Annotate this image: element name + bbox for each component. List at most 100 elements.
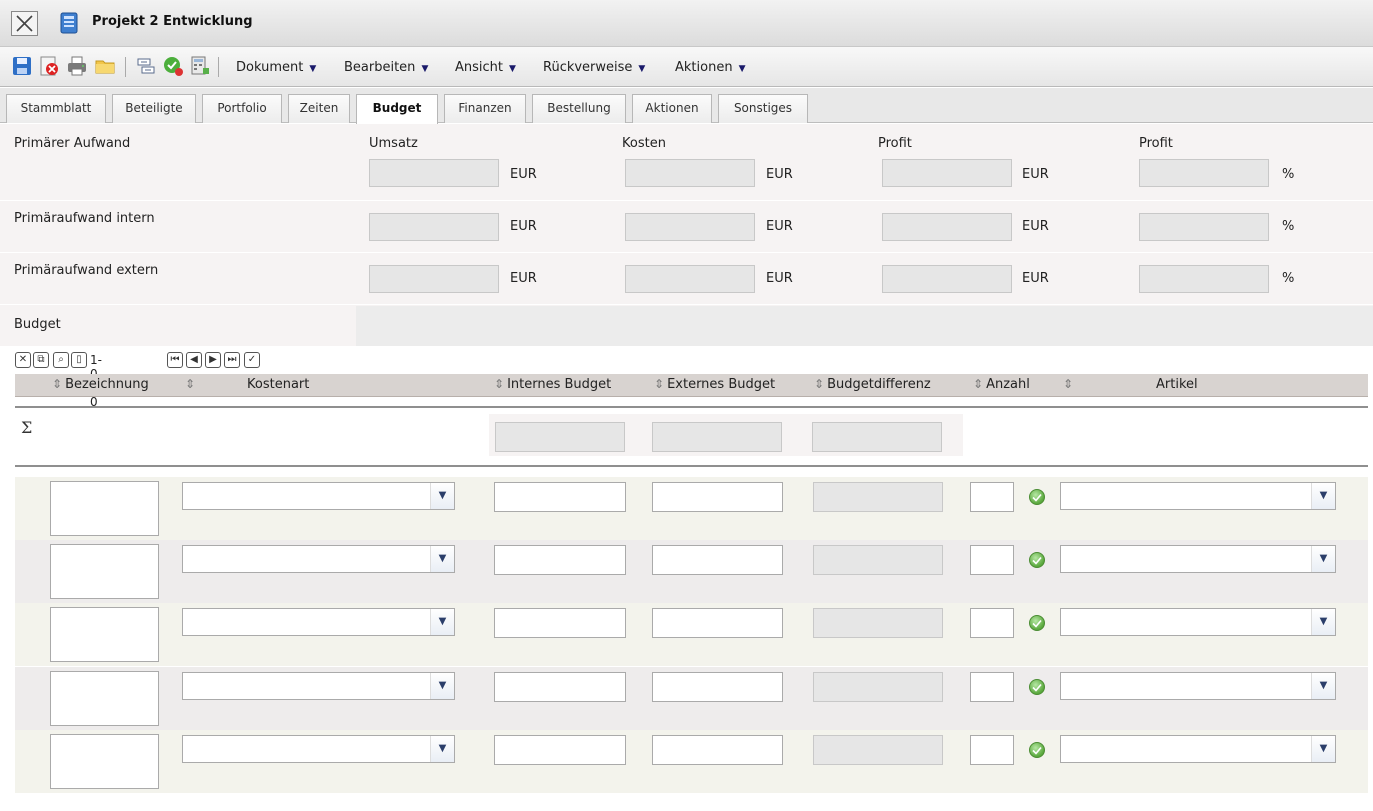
check-icon <box>1029 552 1045 568</box>
anzahl-input[interactable] <box>970 672 1014 702</box>
tab-bar: Stammblatt Beteiligte Portfolio Zeiten B… <box>0 88 1373 124</box>
sort-icon[interactable]: ⇕ <box>1063 377 1076 392</box>
anzahl-input[interactable] <box>970 608 1014 638</box>
kostenart-select[interactable]: ▼ <box>182 608 455 636</box>
externes-budget-input[interactable] <box>652 482 783 512</box>
internes-budget-input[interactable] <box>494 672 626 702</box>
externes-budget-input[interactable] <box>652 608 783 638</box>
delete-icon[interactable] <box>38 55 60 77</box>
col-kosten: Kosten <box>622 136 666 151</box>
menu-aktionen[interactable]: Aktionen ▼ <box>675 60 745 75</box>
calculator-icon[interactable] <box>189 55 211 77</box>
close-icon[interactable]: ✕ <box>15 352 31 368</box>
label-primaeraufwand-intern: Primäraufwand intern <box>14 211 155 226</box>
anzahl-input[interactable] <box>970 735 1014 765</box>
col-header-internes-budget[interactable]: ⇕ Internes Budget <box>494 377 611 392</box>
profit-percent-field <box>1139 159 1269 187</box>
sum-icon: Σ <box>21 418 33 437</box>
budgetdifferenz-field <box>813 482 943 512</box>
save-icon[interactable] <box>11 55 33 77</box>
umsatz-field <box>369 265 499 293</box>
check-icon[interactable] <box>162 55 184 77</box>
chevron-down-icon: ▼ <box>421 64 429 74</box>
close-icon[interactable] <box>11 11 38 36</box>
tab-stammblatt[interactable]: Stammblatt <box>6 94 106 123</box>
profit-field <box>882 265 1012 293</box>
next-page-icon[interactable]: ▶ <box>205 352 221 368</box>
kostenart-select[interactable]: ▼ <box>182 672 455 700</box>
col-header-artikel[interactable]: Artikel <box>1156 377 1198 392</box>
artikel-select[interactable]: ▼ <box>1060 672 1336 700</box>
tab-budget[interactable]: Budget <box>356 94 438 124</box>
menu-rueckverweise[interactable]: Rückverweise ▼ <box>543 60 645 75</box>
externes-budget-input[interactable] <box>652 735 783 765</box>
search-icon[interactable]: ⌕ <box>53 352 69 368</box>
profit-percent-field <box>1139 213 1269 241</box>
col-header-externes-budget[interactable]: ⇕ Externes Budget <box>654 377 775 392</box>
unit-label: EUR <box>510 167 537 182</box>
artikel-select[interactable]: ▼ <box>1060 482 1336 510</box>
copy-icon[interactable] <box>135 55 157 77</box>
sort-icon: ⇕ <box>52 377 63 391</box>
bezeichnung-input[interactable] <box>50 544 159 599</box>
tab-bestellung[interactable]: Bestellung <box>532 94 626 123</box>
tab-sonstiges[interactable]: Sonstiges <box>718 94 808 123</box>
col-header-anzahl[interactable]: ⇕ Anzahl <box>973 377 1030 392</box>
artikel-select[interactable]: ▼ <box>1060 608 1336 636</box>
menu-dokument[interactable]: Dokument ▼ <box>236 60 316 75</box>
internes-budget-input[interactable] <box>494 735 626 765</box>
folder-icon[interactable] <box>94 55 116 77</box>
unit-label: % <box>1282 167 1295 182</box>
menu-ansicht[interactable]: Ansicht ▼ <box>455 60 516 75</box>
menu-bearbeiten[interactable]: Bearbeiten ▼ <box>344 60 428 75</box>
bezeichnung-input[interactable] <box>50 607 159 662</box>
tab-aktionen[interactable]: Aktionen <box>632 94 712 123</box>
bezeichnung-input[interactable] <box>50 671 159 726</box>
anzahl-input[interactable] <box>970 482 1014 512</box>
bezeichnung-input[interactable] <box>50 481 159 536</box>
artikel-select[interactable]: ▼ <box>1060 735 1336 763</box>
prev-page-icon[interactable]: ◀ <box>186 352 202 368</box>
tab-portfolio[interactable]: Portfolio <box>202 94 282 123</box>
externes-budget-input[interactable] <box>652 672 783 702</box>
profit-field <box>882 159 1012 187</box>
budgetdifferenz-field <box>813 735 943 765</box>
chevron-down-icon: ▼ <box>509 64 516 74</box>
bezeichnung-input[interactable] <box>50 734 159 789</box>
externes-budget-input[interactable] <box>652 545 783 575</box>
tab-zeiten[interactable]: Zeiten <box>288 94 350 123</box>
anzahl-input[interactable] <box>970 545 1014 575</box>
print-icon[interactable] <box>66 55 88 77</box>
col-header-bezeichnung[interactable]: ⇕ Bezeichnung <box>52 377 149 392</box>
new-document-icon[interactable]: ▯ <box>71 352 87 368</box>
tab-beteiligte[interactable]: Beteiligte <box>112 94 196 123</box>
sort-icon[interactable]: ⇕ <box>185 377 198 392</box>
internes-budget-input[interactable] <box>494 482 626 512</box>
chevron-down-icon: ▼ <box>1311 546 1335 572</box>
first-page-icon[interactable]: ⏮ <box>167 352 183 368</box>
sum-budgetdifferenz <box>812 422 942 452</box>
kostenart-select[interactable]: ▼ <box>182 735 455 763</box>
col-header-kostenart[interactable]: Kostenart <box>247 377 309 392</box>
umsatz-field <box>369 159 499 187</box>
unit-label: EUR <box>510 271 537 286</box>
table-row: ▼ ▼ <box>15 540 1368 603</box>
kostenart-select[interactable]: ▼ <box>182 482 455 510</box>
unit-label: EUR <box>510 219 537 234</box>
chevron-down-icon: ▼ <box>638 64 646 74</box>
tab-finanzen[interactable]: Finanzen <box>444 94 526 123</box>
kostenart-select[interactable]: ▼ <box>182 545 455 573</box>
last-page-icon[interactable]: ⏭ <box>224 352 240 368</box>
chevron-down-icon: ▼ <box>430 673 454 699</box>
artikel-select[interactable]: ▼ <box>1060 545 1336 573</box>
confirm-icon[interactable]: ✓ <box>244 352 260 368</box>
copy-icon[interactable]: ⧉ <box>33 352 49 368</box>
unit-label: % <box>1282 219 1295 234</box>
profit-field <box>882 213 1012 241</box>
table-row: ▼ ▼ <box>15 730 1368 793</box>
chevron-down-icon: ▼ <box>430 609 454 635</box>
label-budget: Budget <box>14 317 61 332</box>
col-header-budgetdifferenz[interactable]: ⇕ Budgetdifferenz <box>814 377 931 392</box>
internes-budget-input[interactable] <box>494 545 626 575</box>
internes-budget-input[interactable] <box>494 608 626 638</box>
